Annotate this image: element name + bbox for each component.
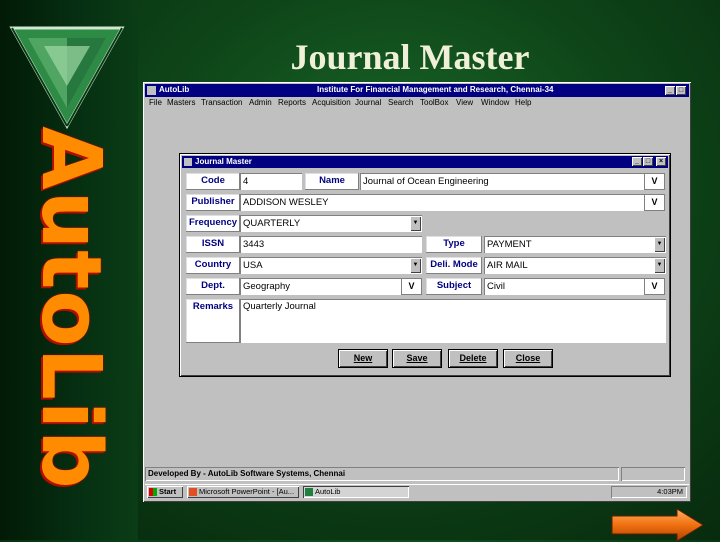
publisher-label: Publisher — [186, 194, 240, 211]
country-label: Country — [186, 257, 240, 274]
autolib-task-icon — [305, 488, 313, 496]
issn-label: ISSN — [186, 236, 240, 253]
start-button[interactable]: Start — [147, 486, 183, 498]
dialog-titlebar: Journal Master _ □ × — [182, 156, 668, 168]
save-button[interactable]: Save — [393, 350, 441, 367]
taskbar-item-autolib[interactable]: AutoLib — [303, 486, 409, 498]
status-developer-text: Developed By - AutoLib Software Systems,… — [145, 467, 619, 481]
dept-label: Dept. — [186, 278, 240, 295]
code-field[interactable]: 4 — [240, 173, 302, 190]
dept-lookup-button[interactable]: V — [401, 278, 422, 295]
dialog-title: Journal Master — [195, 157, 252, 166]
taskbar: Start Microsoft PowerPoint - [Au... Auto… — [145, 484, 689, 500]
remarks-field[interactable]: Quarterly Journal — [240, 299, 666, 343]
type-dropdown-arrow-icon[interactable]: ▼ — [654, 237, 665, 252]
app-icon — [147, 86, 156, 95]
deli-mode-dropdown-arrow-icon[interactable]: ▼ — [654, 258, 665, 273]
dialog-close-icon[interactable]: × — [656, 157, 666, 166]
name-field[interactable]: Journal of Ocean Engineering — [360, 173, 646, 190]
publisher-lookup-button[interactable]: V — [644, 194, 665, 211]
country-select[interactable]: USA — [240, 257, 422, 274]
frequency-label: Frequency — [186, 215, 240, 232]
app-title: AutoLib — [159, 85, 190, 94]
type-select[interactable]: PAYMENT — [484, 236, 666, 253]
frequency-select[interactable]: QUARTERLY — [240, 215, 422, 232]
new-button[interactable]: New — [339, 350, 387, 367]
taskbar-item-powerpoint[interactable]: Microsoft PowerPoint - [Au... — [187, 486, 299, 498]
name-label: Name — [305, 173, 359, 190]
menu-view[interactable]: View — [456, 98, 473, 107]
subject-field[interactable]: Civil — [484, 278, 646, 295]
left-brand-band: AutoLib — [0, 0, 138, 540]
minimize-icon[interactable]: _ — [665, 86, 675, 95]
menubar: File Masters Transaction Admin Reports A… — [145, 98, 689, 110]
menu-window[interactable]: Window — [481, 98, 509, 107]
statusbar: Developed By - AutoLib Software Systems,… — [145, 465, 689, 483]
status-pane-empty — [621, 467, 685, 481]
close-button[interactable]: Close — [504, 350, 552, 367]
institute-caption: Institute For Financial Management and R… — [317, 85, 554, 94]
name-lookup-button[interactable]: V — [644, 173, 665, 190]
menu-toolbox[interactable]: ToolBox — [420, 98, 448, 107]
maximize-icon[interactable]: □ — [676, 86, 686, 95]
country-dropdown-arrow-icon[interactable]: ▼ — [410, 258, 421, 273]
subject-lookup-button[interactable]: V — [644, 278, 665, 295]
menu-help[interactable]: Help — [515, 98, 531, 107]
slide-title: Journal Master — [290, 37, 530, 77]
vertical-autolib-logotype: AutoLib — [23, 126, 118, 490]
delete-button[interactable]: Delete — [449, 350, 497, 367]
windows-start-icon — [149, 488, 157, 496]
menu-journal[interactable]: Journal — [355, 98, 381, 107]
subject-label: Subject — [426, 278, 482, 295]
dialog-maximize-icon[interactable]: □ — [643, 157, 653, 166]
mdi-workspace: Journal Master _ □ × Code 4 Name Journal… — [145, 111, 689, 462]
deli-mode-select[interactable]: AIR MAIL — [484, 257, 666, 274]
menu-reports[interactable]: Reports — [278, 98, 306, 107]
menu-admin[interactable]: Admin — [249, 98, 272, 107]
dept-field[interactable]: Geography — [240, 278, 402, 295]
app-window: AutoLib Institute For Financial Manageme… — [143, 82, 691, 502]
frequency-dropdown-arrow-icon[interactable]: ▼ — [410, 216, 421, 231]
issn-field[interactable]: 3443 — [240, 236, 422, 253]
menu-masters[interactable]: Masters — [167, 98, 195, 107]
menu-acquisition[interactable]: Acquisition — [312, 98, 351, 107]
code-label: Code — [186, 173, 240, 190]
publisher-field[interactable]: ADDISON WESLEY — [240, 194, 646, 211]
system-tray: 4:03PM — [611, 486, 687, 498]
menu-transaction[interactable]: Transaction — [201, 98, 243, 107]
remarks-label: Remarks — [186, 299, 240, 343]
clock: 4:03PM — [657, 487, 683, 496]
dialog-minimize-icon[interactable]: _ — [632, 157, 642, 166]
next-slide-arrow-icon[interactable] — [611, 508, 705, 542]
powerpoint-icon — [189, 488, 197, 496]
dialog-icon — [184, 158, 192, 166]
deli-mode-label: Deli. Mode — [426, 257, 482, 274]
app-titlebar: AutoLib Institute For Financial Manageme… — [145, 84, 689, 97]
journal-master-dialog: Journal Master _ □ × Code 4 Name Journal… — [180, 154, 670, 376]
menu-search[interactable]: Search — [388, 98, 413, 107]
type-label: Type — [426, 236, 482, 253]
menu-file[interactable]: File — [149, 98, 162, 107]
